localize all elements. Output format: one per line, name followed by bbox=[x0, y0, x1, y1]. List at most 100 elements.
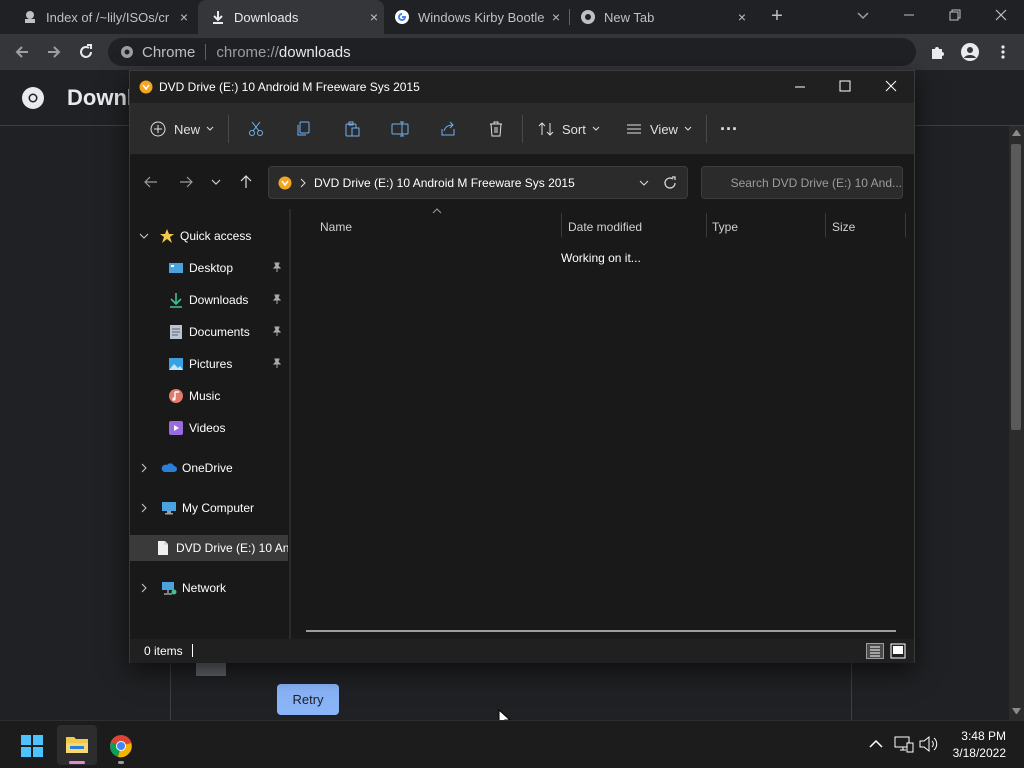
new-label: New bbox=[174, 121, 201, 137]
restore-icon[interactable] bbox=[948, 8, 962, 22]
share-icon[interactable] bbox=[440, 121, 456, 137]
close-icon[interactable] bbox=[994, 8, 1008, 22]
forward-icon[interactable] bbox=[45, 43, 63, 61]
paste-icon[interactable] bbox=[344, 121, 360, 137]
recent-locations-chevron-icon[interactable] bbox=[211, 177, 221, 187]
breadcrumb-chevron-icon[interactable] bbox=[300, 178, 306, 188]
tab-index-lily[interactable]: Index of /~lily/ISOs/cr × bbox=[16, 0, 194, 34]
tab-close-icon[interactable]: × bbox=[546, 7, 566, 27]
nav-network[interactable]: Network bbox=[130, 575, 288, 601]
desktop-icon bbox=[169, 263, 183, 273]
nav-pictures[interactable]: Pictures bbox=[168, 351, 288, 377]
sort-button[interactable]: Sort bbox=[538, 117, 600, 141]
nav-documents[interactable]: Documents bbox=[168, 319, 288, 345]
column-separator[interactable] bbox=[825, 213, 826, 237]
menu-icon[interactable] bbox=[996, 43, 1010, 61]
tab-windows-kirby[interactable]: Windows Kirby Bootle × bbox=[388, 0, 566, 34]
column-separator[interactable] bbox=[561, 213, 562, 237]
column-separator[interactable] bbox=[905, 213, 906, 237]
nav-dvd-drive[interactable]: DVD Drive (E:) 10 An bbox=[130, 535, 288, 561]
view-button[interactable]: View bbox=[626, 117, 692, 141]
nav-onedrive[interactable]: OneDrive bbox=[130, 455, 288, 481]
column-header-size[interactable]: Size bbox=[832, 217, 855, 237]
tab-new-tab[interactable]: New Tab × bbox=[574, 0, 752, 34]
refresh-icon[interactable] bbox=[663, 175, 677, 190]
column-separator[interactable] bbox=[706, 213, 707, 237]
explorer-address-bar[interactable]: DVD Drive (E:) 10 Android M Freeware Sys… bbox=[268, 166, 688, 199]
tab-close-icon[interactable]: × bbox=[732, 7, 752, 27]
retry-button[interactable]: Retry bbox=[277, 684, 339, 715]
breadcrumb-path[interactable]: DVD Drive (E:) 10 Android M Freeware Sys… bbox=[314, 176, 639, 190]
copy-icon[interactable] bbox=[296, 121, 312, 137]
back-icon[interactable] bbox=[144, 175, 158, 189]
scroll-down-icon[interactable] bbox=[1012, 708, 1021, 714]
scroll-up-icon[interactable] bbox=[1012, 130, 1021, 136]
nav-quick-access[interactable]: Quick access bbox=[130, 223, 288, 249]
back-icon[interactable] bbox=[13, 43, 31, 61]
network-status-icon[interactable] bbox=[894, 735, 914, 753]
search-icon bbox=[716, 182, 717, 183]
more-options-button[interactable]: ··· bbox=[720, 117, 738, 141]
forward-icon[interactable] bbox=[179, 175, 193, 189]
tab-close-icon[interactable]: × bbox=[364, 7, 384, 27]
tab-title: Windows Kirby Bootle bbox=[418, 9, 545, 25]
chrome-taskbar-button[interactable] bbox=[103, 725, 139, 765]
chevron-up-icon[interactable] bbox=[869, 739, 883, 749]
dvd-drive-icon bbox=[278, 176, 292, 189]
chevron-right-icon[interactable] bbox=[141, 503, 147, 513]
tab-downloads[interactable]: Downloads × bbox=[198, 0, 384, 34]
pin-icon[interactable] bbox=[272, 294, 282, 304]
extensions-icon[interactable] bbox=[929, 43, 947, 61]
nav-videos[interactable]: Videos bbox=[168, 415, 288, 441]
large-icons-view-icon[interactable] bbox=[890, 643, 906, 659]
horizontal-scrollbar[interactable] bbox=[306, 630, 896, 632]
pin-icon[interactable] bbox=[272, 262, 282, 272]
scroll-thumb[interactable] bbox=[1011, 144, 1021, 430]
nav-my-computer[interactable]: My Computer bbox=[130, 495, 288, 521]
search-input[interactable]: Search DVD Drive (E:) 10 And... bbox=[701, 166, 903, 199]
new-button[interactable]: New bbox=[150, 117, 214, 141]
tab-close-icon[interactable]: × bbox=[174, 7, 194, 27]
file-list-area[interactable] bbox=[291, 209, 914, 639]
close-icon[interactable] bbox=[885, 80, 897, 92]
pin-icon[interactable] bbox=[272, 326, 282, 336]
address-bar[interactable]: Chrome chrome:// downloads bbox=[108, 38, 916, 66]
page-scrollbar[interactable] bbox=[1009, 126, 1024, 720]
delete-icon[interactable] bbox=[488, 121, 504, 137]
chevron-down-icon[interactable] bbox=[139, 231, 149, 241]
column-header-date-modified[interactable]: Date modified bbox=[568, 217, 642, 237]
dvd-drive-icon bbox=[139, 80, 153, 94]
windows-start-icon[interactable] bbox=[20, 734, 44, 758]
command-separator bbox=[522, 115, 523, 143]
column-header-name[interactable]: Name bbox=[320, 217, 352, 237]
volume-icon[interactable] bbox=[919, 735, 939, 753]
reload-icon[interactable] bbox=[77, 43, 95, 61]
clock-date[interactable]: 3/18/2022 bbox=[946, 746, 1006, 760]
chevron-right-icon[interactable] bbox=[141, 463, 147, 473]
videos-icon bbox=[169, 421, 183, 435]
minimize-icon[interactable] bbox=[794, 81, 806, 93]
maximize-icon[interactable] bbox=[839, 80, 851, 92]
nav-downloads[interactable]: Downloads bbox=[168, 287, 288, 313]
clock-time[interactable]: 3:48 PM bbox=[946, 729, 1006, 743]
pin-icon[interactable] bbox=[272, 358, 282, 368]
navigation-pane: Quick access Desktop Downloads Documents… bbox=[130, 209, 290, 639]
up-icon[interactable] bbox=[239, 175, 253, 189]
file-explorer-taskbar-button[interactable] bbox=[57, 725, 97, 765]
chevron-down-icon bbox=[592, 126, 600, 131]
nav-desktop[interactable]: Desktop bbox=[168, 255, 288, 281]
window-titlebar[interactable]: DVD Drive (E:) 10 Android M Freeware Sys… bbox=[130, 71, 914, 103]
minimize-icon[interactable] bbox=[902, 8, 916, 22]
rename-icon[interactable] bbox=[391, 121, 409, 137]
tab-search-icon[interactable] bbox=[856, 8, 870, 22]
profile-icon[interactable] bbox=[960, 42, 980, 62]
column-header-type[interactable]: Type bbox=[712, 217, 738, 237]
new-tab-button[interactable]: + bbox=[766, 5, 788, 29]
cut-icon[interactable] bbox=[248, 121, 264, 137]
chevron-right-icon[interactable] bbox=[141, 583, 147, 593]
address-history-chevron-icon[interactable] bbox=[639, 178, 649, 188]
nav-music[interactable]: Music bbox=[168, 383, 288, 409]
google-icon bbox=[395, 10, 409, 24]
details-view-icon[interactable] bbox=[866, 643, 884, 659]
folder-icon bbox=[66, 737, 88, 753]
